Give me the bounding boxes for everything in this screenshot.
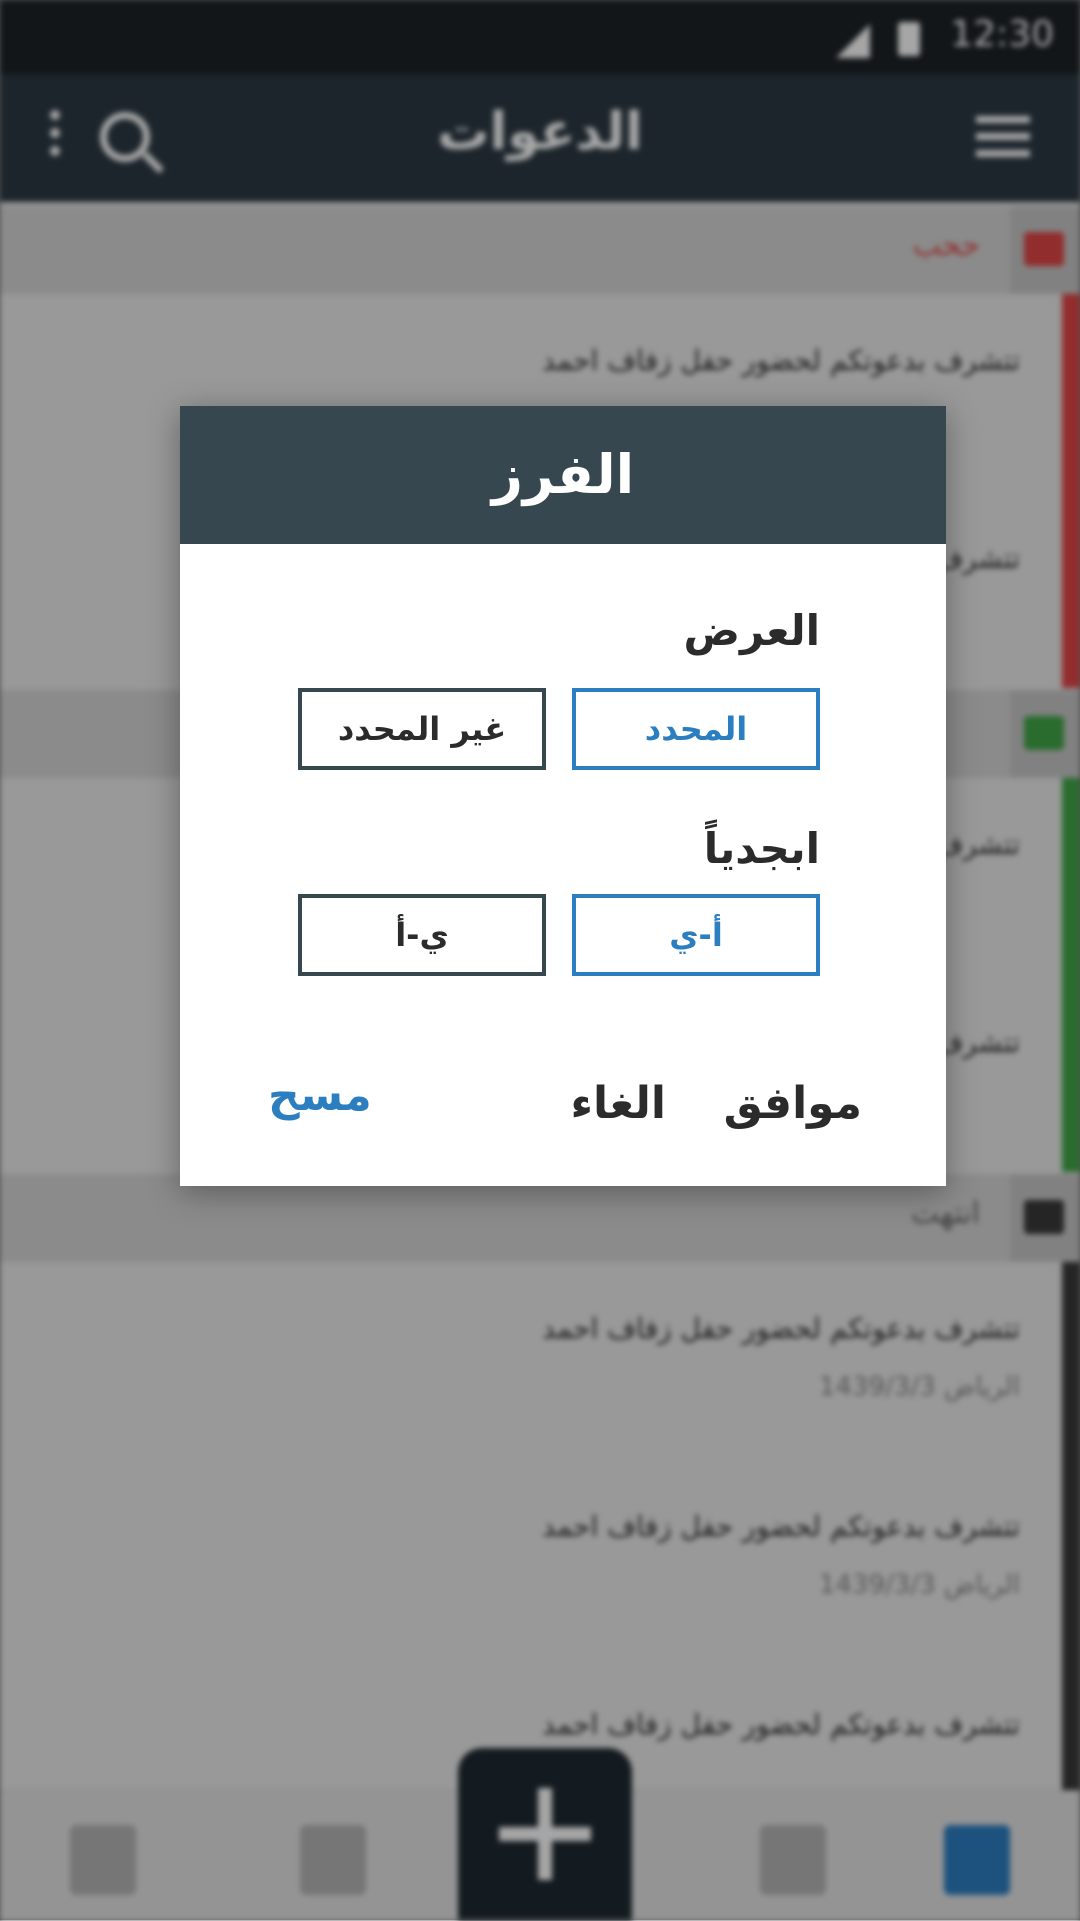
option-unselected[interactable]: غير المحدد (298, 688, 546, 770)
option-a-to-z[interactable]: أ-ي (572, 894, 820, 976)
ok-button[interactable]: موافق (724, 1078, 862, 1129)
sort-dialog: الفرز العرض المحدد غير المحدد ابجدياً أ-… (180, 406, 946, 1186)
cancel-button[interactable]: الغاء (571, 1078, 666, 1129)
option-selected[interactable]: المحدد (572, 688, 820, 770)
clear-button[interactable]: مسح (268, 1070, 372, 1121)
dialog-title: الفرز (491, 443, 635, 506)
dialog-header: الفرز (180, 406, 946, 544)
alphabetical-label: ابجدياً (703, 824, 820, 873)
display-label: العرض (683, 606, 821, 655)
option-z-to-a[interactable]: ي-أ (298, 894, 546, 976)
